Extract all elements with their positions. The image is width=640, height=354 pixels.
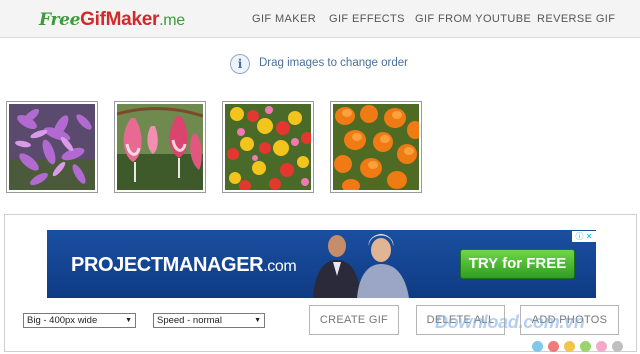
- info-icon: i: [230, 54, 250, 74]
- site-header: FreeGifMaker.me GIF MAKER GIF EFFECTS GI…: [0, 0, 640, 38]
- logo-part-free: Free: [39, 10, 81, 30]
- size-select-value: Big - 400px wide: [27, 315, 98, 326]
- orange-tulips-image: [333, 104, 419, 190]
- watermark-dot: [596, 341, 607, 352]
- purple-flowers-image: [9, 104, 95, 190]
- bleeding-hearts-image: [117, 104, 203, 190]
- ad-brand-name: PROJECTMANAGER.com: [71, 254, 297, 277]
- ad-brand-domain: .com: [263, 258, 297, 275]
- adchoices-icon[interactable]: ⓘ ✕: [572, 231, 596, 242]
- watermark-text: Download.com.vn: [435, 312, 585, 332]
- nav-gif-maker[interactable]: GIF MAKER: [252, 13, 316, 25]
- mixed-flowers-image: [225, 104, 311, 190]
- ad-brand-text: PROJECTMANAGER: [71, 254, 264, 276]
- ad-banner[interactable]: PROJECTMANAGER.com TRY for FREE: [47, 230, 596, 298]
- speed-select-value: Speed - normal: [157, 315, 222, 326]
- nav-gif-effects[interactable]: GIF EFFECTS: [329, 13, 405, 25]
- thumbnail-purple-flowers[interactable]: [6, 101, 98, 193]
- nav-reverse-gif[interactable]: REVERSE GIF: [537, 13, 615, 25]
- thumbnail-orange-tulips[interactable]: [330, 101, 422, 193]
- thumbnail-mixed-flowers[interactable]: [222, 101, 314, 193]
- chevron-down-icon: ▼: [125, 317, 132, 324]
- watermark-dot: [564, 341, 575, 352]
- drag-hint-text: Drag images to change order: [259, 57, 408, 69]
- nav-gif-from-youtube[interactable]: GIF FROM YOUTUBE: [415, 13, 531, 25]
- watermark-dot: [612, 341, 623, 352]
- speed-select[interactable]: Speed - normal ▼: [153, 313, 265, 328]
- ad-try-free-button[interactable]: TRY for FREE: [460, 249, 575, 279]
- logo-part-domain: .me: [159, 12, 185, 29]
- watermark-dot: [532, 341, 543, 352]
- thumbnail-bleeding-hearts[interactable]: [114, 101, 206, 193]
- watermark-dot: [580, 341, 591, 352]
- logo-part-gifmaker: GifMaker: [80, 9, 160, 30]
- chevron-down-icon: ▼: [254, 317, 261, 324]
- watermark-dot: [548, 341, 559, 352]
- ad-people-image: [313, 234, 409, 298]
- create-gif-button[interactable]: CREATE GIF: [309, 305, 399, 335]
- size-select[interactable]: Big - 400px wide ▼: [23, 313, 136, 328]
- site-logo[interactable]: FreeGifMaker.me: [39, 9, 185, 32]
